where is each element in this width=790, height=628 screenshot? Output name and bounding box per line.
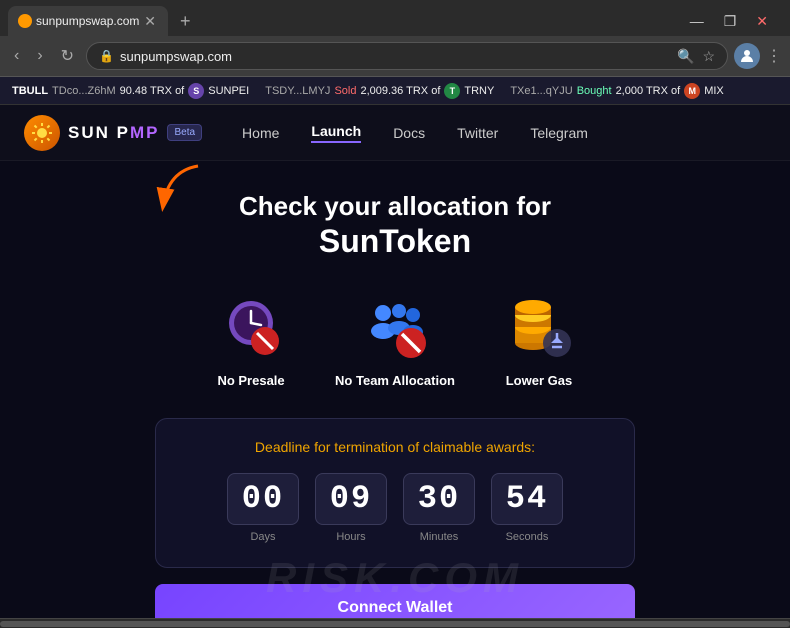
countdown-seconds-value: 54 [491,473,563,525]
no-team-allocation-icon [361,293,429,361]
ticker-item-2: TSDY...LMYJ Sold 2,009.36 TRX of T TRNY [265,83,494,99]
connect-wallet-button[interactable]: Connect Wallet [155,584,635,618]
no-presale-icon [219,295,283,359]
nav-launch[interactable]: Launch [311,123,361,143]
nav-telegram[interactable]: Telegram [530,125,588,141]
page-title-line1: Check your allocation for [239,191,551,222]
countdown-hours: 09 Hours [315,473,387,543]
new-tab-button[interactable]: + [172,8,199,34]
ticker-item-3: TXe1...qYJU Bought 2,000 TRX of M MIX [510,83,723,99]
countdown-seconds: 54 Seconds [491,473,563,543]
scroll-thumb[interactable] [0,621,790,627]
minimize-button[interactable]: — [684,9,710,33]
main-content: Check your allocation for SunToken [0,161,790,618]
browser-chrome: sunpumpswap.com ✕ + — ❐ ✕ ‹ › ↻ 🔒 sunpum… [0,0,790,77]
logo-pump: MP [130,123,160,143]
lower-gas-icon-wrap [503,291,575,363]
star-icon: ☆ [702,48,715,65]
ticker-coin-name-3: MIX [704,85,724,97]
reload-button[interactable]: ↻ [55,42,80,70]
countdown-box: Deadline for termination of claimable aw… [155,418,635,568]
site-logo: SUN PMP Beta [24,115,202,151]
ticker-bar: TBULL TDco...Z6hM 90.48 TRX of S SUNPEI … [0,77,790,105]
logo-sun: SUN P [68,123,130,143]
window-controls: — ❐ ✕ [684,9,782,34]
feature-no-team-allocation: No Team Allocation [335,291,455,388]
ticker-amount-3: 2,000 TRX of [616,85,681,97]
ticker-coin-1: S [188,83,204,99]
ticker-coin-name-1: SUNPEI [208,85,249,97]
nav-home[interactable]: Home [242,125,279,141]
ticker-coin-name-2: TRNY [464,85,494,97]
browser-tab[interactable]: sunpumpswap.com ✕ [8,6,168,36]
countdown-days: 00 Days [227,473,299,543]
no-team-icon-wrap [359,291,431,363]
logo-icon [24,115,60,151]
tab-bar: sunpumpswap.com ✕ + — ❐ ✕ [0,0,790,36]
tab-favicon [18,14,32,28]
countdown-seconds-label: Seconds [506,531,549,543]
ticker-addr-3: TXe1...qYJU [510,85,572,97]
lock-icon: 🔒 [99,49,114,63]
ticker-addr-2: TSDY...LMYJ [265,85,330,97]
countdown-units: 00 Days 09 Hours 30 Minutes 54 Seconds [196,473,594,543]
ticker-verb-3: Bought [577,85,612,97]
page-title-line2: SunToken [239,222,551,260]
tab-close-button[interactable]: ✕ [142,13,158,30]
profile-icon[interactable] [734,43,760,69]
page-title: Check your allocation for SunToken [239,191,551,261]
nav-docs[interactable]: Docs [393,125,425,141]
countdown-minutes-value: 30 [403,473,475,525]
beta-badge: Beta [167,124,202,141]
ticker-amount-1: 90.48 TRX of [120,85,185,97]
search-icon: 🔍 [677,48,694,65]
address-bar-row: ‹ › ↻ 🔒 sunpumpswap.com 🔍 ☆ ⋮ [0,36,790,76]
site-nav: SUN PMP Beta Home Launch Docs Twitter Te… [0,105,790,161]
menu-button[interactable]: ⋮ [766,46,782,66]
address-field[interactable]: 🔒 sunpumpswap.com 🔍 ☆ [86,42,728,70]
feature-row: No Presale [215,291,575,388]
no-team-allocation-label: No Team Allocation [335,373,455,388]
countdown-minutes: 30 Minutes [403,473,475,543]
feature-no-presale: No Presale [215,291,287,388]
close-window-button[interactable]: ✕ [750,9,774,34]
ticker-coin-3: M [684,83,700,99]
countdown-days-value: 00 [227,473,299,525]
ticker-item-1: TBULL TDco...Z6hM 90.48 TRX of S SUNPEI [12,83,249,99]
lower-gas-icon [505,293,573,361]
countdown-days-label: Days [250,531,275,543]
nav-twitter[interactable]: Twitter [457,125,498,141]
forward-button[interactable]: › [31,43,48,69]
back-button[interactable]: ‹ [8,43,25,69]
page-wrapper: SUN PMP Beta Home Launch Docs Twitter Te… [0,105,790,618]
maximize-button[interactable]: ❐ [718,9,743,34]
ticker-addr-1: TDco...Z6hM [52,85,116,97]
ticker-amount-2: 2,009.36 TRX of [360,85,440,97]
address-text: sunpumpswap.com [120,49,671,64]
address-icons: 🔍 ☆ [677,48,715,65]
countdown-title: Deadline for termination of claimable aw… [196,439,594,455]
tab-title: sunpumpswap.com [36,14,139,28]
ticker-verb-2: Sold [334,85,356,97]
countdown-hours-value: 09 [315,473,387,525]
countdown-minutes-label: Minutes [420,531,459,543]
countdown-hours-label: Hours [336,531,365,543]
no-presale-icon-wrap [215,291,287,363]
feature-lower-gas: Lower Gas [503,291,575,388]
ticker-brand-1: TBULL [12,85,48,97]
no-presale-label: No Presale [217,373,284,388]
logo-text-group: SUN PMP [68,123,159,143]
lower-gas-label: Lower Gas [506,373,572,388]
nav-links: Home Launch Docs Twitter Telegram [242,123,588,143]
ticker-coin-2: T [444,83,460,99]
